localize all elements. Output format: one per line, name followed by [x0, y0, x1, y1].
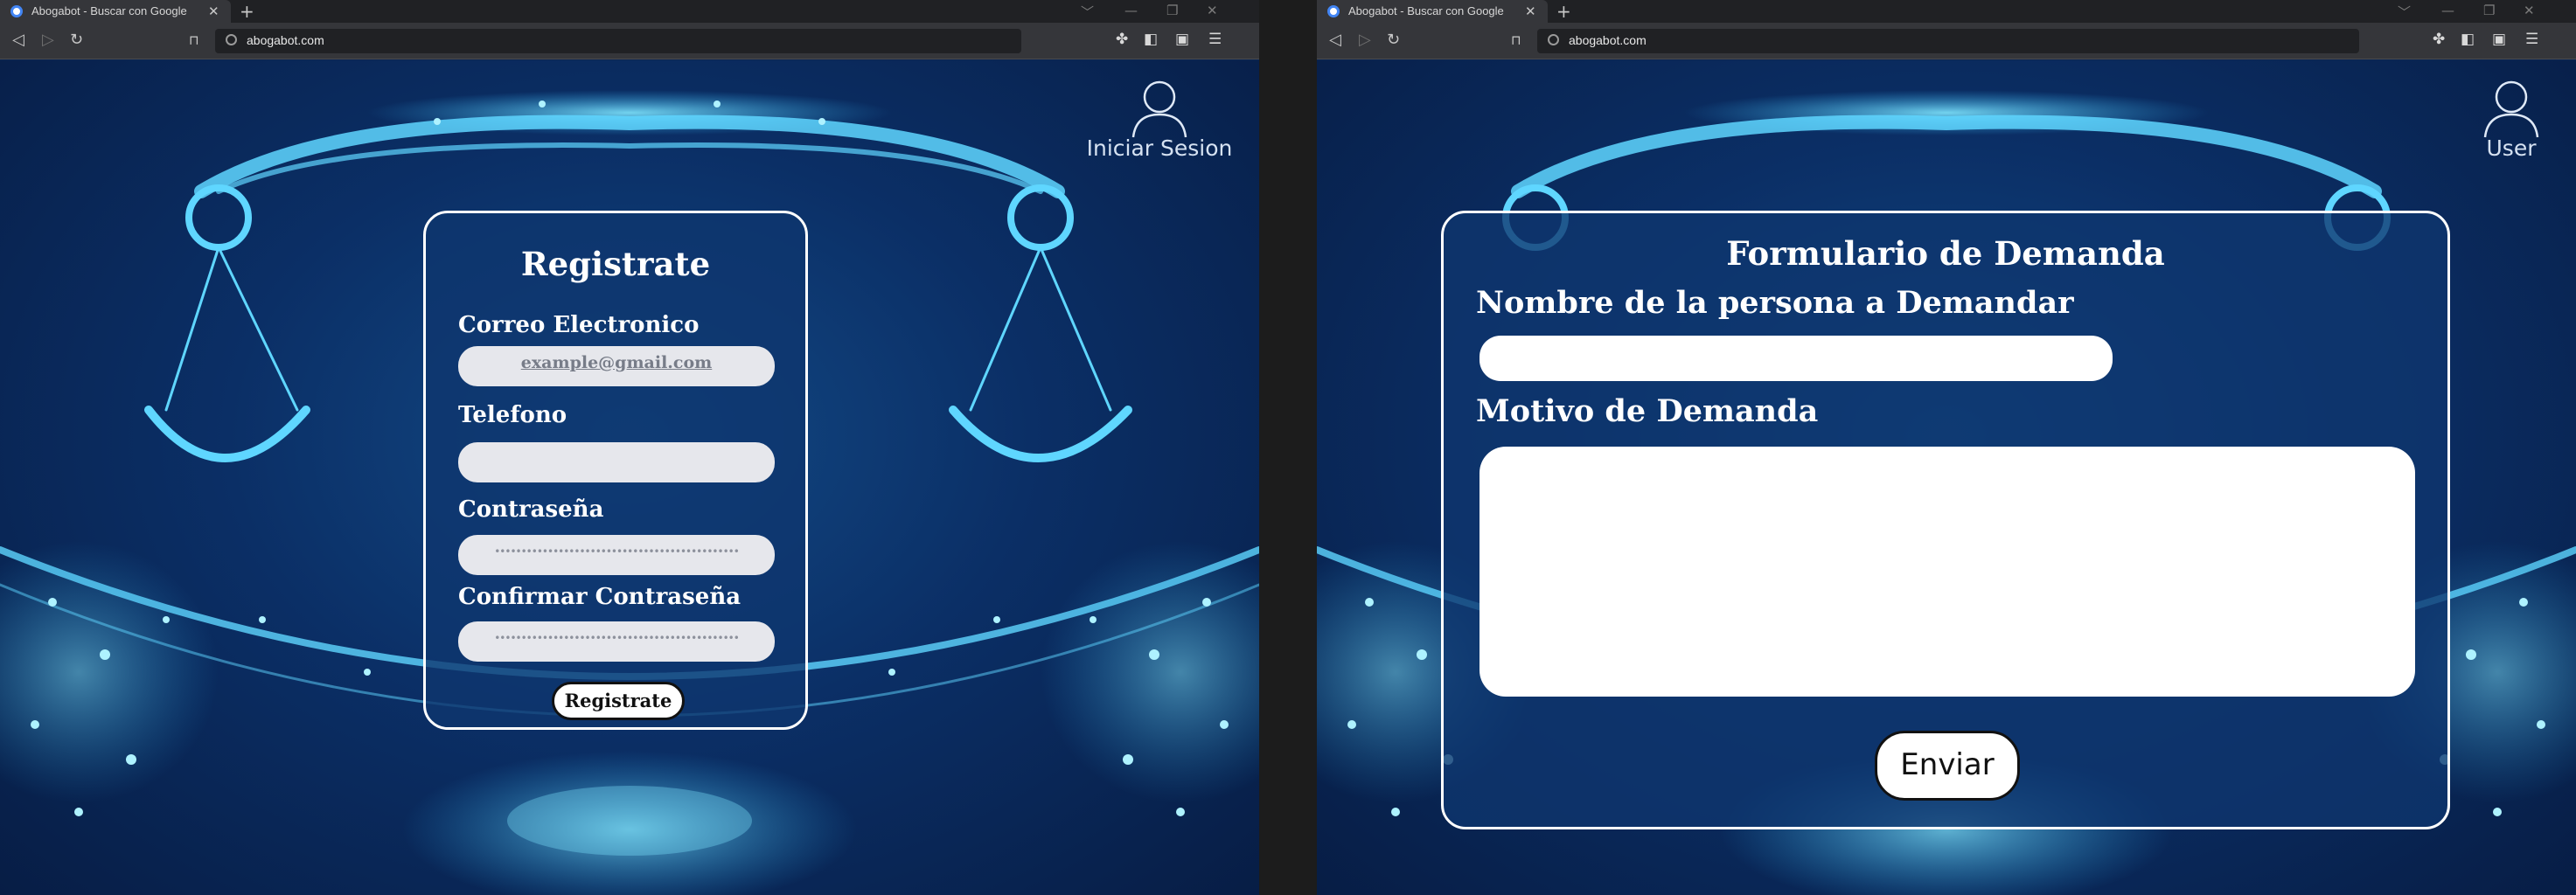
extensions-icon[interactable]: ✤ — [2433, 31, 2445, 48]
extensions-icon[interactable]: ✤ — [1116, 31, 1128, 48]
browser-window-right: Abogabot - Buscar con Google ✕ + ﹀ — ❐ ✕… — [1317, 0, 2576, 895]
forward-button[interactable]: ▷ — [42, 31, 54, 49]
defendant-name-label: Nombre de la persona a Demandar — [1476, 285, 2074, 321]
site-info-icon[interactable] — [226, 34, 237, 45]
user-profile-button[interactable]: User — [2459, 78, 2564, 161]
email-placeholder: example@gmail.com — [520, 353, 713, 372]
phone-label: Telefono — [458, 402, 567, 428]
password-mask: ••••••••••••••••••••••••••••••••••••••••… — [494, 545, 740, 558]
close-tab-icon[interactable]: ✕ — [208, 3, 219, 19]
email-field[interactable]: example@gmail.com — [458, 346, 775, 386]
bookmark-icon[interactable]: ⊓ — [189, 32, 199, 48]
password-field[interactable]: ••••••••••••••••••••••••••••••••••••••••… — [458, 535, 775, 575]
email-label: Correo Electronico — [458, 312, 700, 338]
close-window-button[interactable]: ✕ — [2524, 3, 2535, 18]
minimize-button[interactable]: — — [1124, 3, 1138, 18]
forward-button[interactable]: ▷ — [1359, 31, 1371, 49]
confirm-password-mask: ••••••••••••••••••••••••••••••••••••••••… — [494, 632, 740, 644]
close-tab-icon[interactable]: ✕ — [1525, 3, 1536, 19]
lawsuit-reason-label: Motivo de Demanda — [1476, 393, 1819, 429]
browser-window-left: Abogabot - Buscar con Google ✕ + ﹀ — ❐ ✕… — [0, 0, 1259, 895]
login-user-button[interactable]: Iniciar Sesion — [1072, 78, 1247, 161]
lawsuit-reason-field[interactable] — [1479, 447, 2415, 697]
tab-bar: Abogabot - Buscar con Google ✕ + ﹀ — ❐ ✕ — [1317, 0, 2576, 23]
url-text: abogabot.com — [1569, 33, 1647, 47]
register-button[interactable]: Registrate — [552, 682, 685, 720]
browser-toolbar: ◁ ▷ ↻ ⊓ abogabot.com ✤ ◧ ▣ ☰ — [1317, 23, 2576, 59]
new-tab-button[interactable]: + — [240, 1, 254, 22]
bookmark-icon[interactable]: ⊓ — [1511, 32, 1521, 48]
google-favicon-icon — [1327, 5, 1340, 17]
tab-bar: Abogabot - Buscar con Google ✕ + ﹀ — ❐ ✕ — [0, 0, 1259, 23]
close-window-button[interactable]: ✕ — [1207, 3, 1218, 18]
back-button[interactable]: ◁ — [1329, 31, 1341, 49]
browser-tab[interactable]: Abogabot - Buscar con Google ✕ — [0, 0, 231, 23]
google-favicon-icon — [10, 5, 23, 17]
restore-button[interactable]: ❐ — [2483, 3, 2495, 18]
tab-search-icon[interactable]: ﹀ — [1081, 3, 1094, 21]
url-text: abogabot.com — [247, 33, 324, 47]
login-label: Iniciar Sesion — [1086, 135, 1233, 161]
register-form-title: Registrate — [520, 245, 711, 283]
browser-tab[interactable]: Abogabot - Buscar con Google ✕ — [1317, 0, 1548, 23]
user-icon — [1131, 80, 1187, 138]
password-label: Contraseña — [458, 496, 604, 523]
back-button[interactable]: ◁ — [12, 31, 24, 49]
new-tab-button[interactable]: + — [1556, 1, 1571, 22]
browser-toolbar: ◁ ▷ ↻ ⊓ abogabot.com ✤ ◧ ▣ ☰ — [0, 23, 1259, 59]
phone-field[interactable] — [458, 442, 775, 482]
user-label: User — [2486, 135, 2537, 161]
lawsuit-form-panel: Formulario de Demanda Nombre de la perso… — [1441, 211, 2450, 829]
lawsuit-form-title: Formulario de Demanda — [1726, 234, 2165, 273]
restore-button[interactable]: ❐ — [1166, 3, 1178, 18]
confirm-password-field[interactable]: ••••••••••••••••••••••••••••••••••••••••… — [458, 621, 775, 662]
site-info-icon[interactable] — [1548, 34, 1559, 45]
defendant-name-field[interactable] — [1479, 336, 2113, 381]
sidebar-icon[interactable]: ◧ — [2461, 31, 2475, 48]
reload-button[interactable]: ↻ — [70, 31, 83, 49]
minimize-button[interactable]: — — [2441, 3, 2454, 18]
menu-icon[interactable]: ☰ — [2525, 31, 2538, 48]
register-form-panel: Registrate Correo Electronico example@gm… — [423, 211, 808, 730]
submit-button[interactable]: Enviar — [1875, 731, 2020, 801]
address-bar[interactable]: abogabot.com — [1537, 29, 2359, 53]
window-gap — [1259, 0, 1317, 895]
menu-icon[interactable]: ☰ — [1208, 31, 1222, 48]
wallet-icon[interactable]: ▣ — [2492, 31, 2506, 48]
address-bar[interactable]: abogabot.com — [215, 29, 1021, 53]
reload-button[interactable]: ↻ — [1387, 31, 1400, 49]
sidebar-icon[interactable]: ◧ — [1144, 31, 1158, 48]
user-icon — [2483, 80, 2539, 138]
wallet-icon[interactable]: ▣ — [1175, 31, 1189, 48]
tab-search-icon[interactable]: ﹀ — [2398, 3, 2411, 21]
page-content: User Formulario de Demanda Nombre de la … — [1317, 60, 2576, 895]
tab-title: Abogabot - Buscar con Google — [1348, 4, 1504, 17]
page-content: Iniciar Sesion Registrate Correo Electro… — [0, 60, 1259, 895]
tab-title: Abogabot - Buscar con Google — [31, 4, 187, 17]
confirm-password-label: Confirmar Contraseña — [458, 584, 741, 610]
